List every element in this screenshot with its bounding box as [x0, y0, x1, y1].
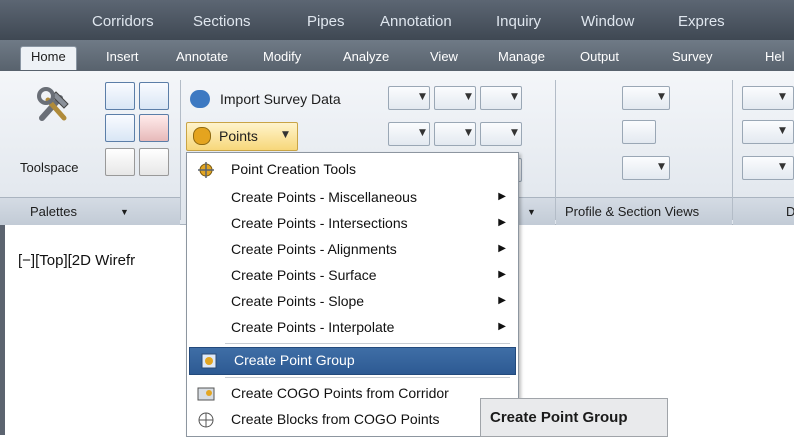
- menu-corridors[interactable]: Corridors: [92, 13, 154, 30]
- menu-item-create-cogo-from-corridor[interactable]: Create COGO Points from Corridor: [187, 381, 518, 407]
- menu-item-create-points-interpolate[interactable]: Create Points - Interpolate ▶: [187, 315, 518, 341]
- line-tools-button[interactable]: ▼: [742, 86, 794, 110]
- menu-item-create-point-group[interactable]: Create Point Group: [189, 347, 516, 375]
- chevron-down-icon: ▼: [120, 207, 129, 217]
- points-button[interactable]: Points ▼: [186, 122, 298, 151]
- settings-palette-icon[interactable]: [139, 82, 169, 110]
- menu-item-label: Create COGO Points from Corridor: [231, 385, 449, 401]
- sample-lines-button[interactable]: ▼: [622, 156, 670, 180]
- tab-view[interactable]: View: [430, 49, 458, 64]
- submenu-arrow-icon: ▶: [498, 191, 506, 202]
- section-view-button[interactable]: [622, 120, 656, 144]
- polyline-tools-button[interactable]: ▼: [742, 156, 794, 180]
- tab-modify[interactable]: Modify: [263, 49, 301, 64]
- submenu-arrow-icon: ▶: [498, 295, 506, 306]
- menu-item-label: Create Points - Miscellaneous: [231, 189, 417, 205]
- points-dropdown-menu: Point Creation Tools Create Points - Mis…: [186, 152, 519, 437]
- tab-analyze[interactable]: Analyze: [343, 49, 389, 64]
- chevron-down-icon: ▼: [527, 207, 536, 217]
- menu-window[interactable]: Window: [581, 13, 634, 30]
- panel-profile-section-views[interactable]: Profile & Section Views: [556, 197, 732, 225]
- menu-item-create-points-slope[interactable]: Create Points - Slope ▶: [187, 289, 518, 315]
- chevron-down-icon: ▼: [282, 130, 289, 140]
- menu-item-label: Create Points - Surface: [231, 267, 377, 283]
- create-intersection-button[interactable]: ▼: [480, 86, 522, 110]
- tooltip-text: Create Point Group: [490, 409, 628, 426]
- panel-palettes[interactable]: Palettes ▼: [0, 197, 180, 225]
- menu-item-label: Point Creation Tools: [231, 161, 357, 177]
- tab-survey[interactable]: Survey: [672, 49, 712, 64]
- menu-inquiry[interactable]: Inquiry: [496, 13, 541, 30]
- import-survey-button[interactable]: Import Survey Data: [220, 91, 341, 107]
- curve-tools-button[interactable]: ▼: [742, 120, 794, 144]
- menu-separator: [225, 377, 510, 378]
- create-assembly-button[interactable]: ▼: [480, 122, 522, 146]
- tab-annotate[interactable]: Annotate: [176, 49, 228, 64]
- point-tools-icon: [197, 161, 215, 179]
- submenu-arrow-icon: ▶: [498, 243, 506, 254]
- create-profile-button[interactable]: ▼: [434, 122, 476, 146]
- submenu-arrow-icon: ▶: [498, 217, 506, 228]
- corridor-points-icon: [197, 385, 215, 403]
- menu-annotation[interactable]: Annotation: [380, 13, 452, 30]
- tab-home[interactable]: Home: [20, 46, 77, 70]
- menu-pipes[interactable]: Pipes: [307, 13, 345, 30]
- tooltip-create-point-group: Create Point Group: [480, 398, 668, 437]
- create-ground-data-button[interactable]: ▼: [388, 86, 430, 110]
- menu-item-label: Create Points - Alignments: [231, 241, 397, 257]
- menu-express[interactable]: Expres: [678, 13, 725, 30]
- points-label: Points: [219, 128, 258, 144]
- panel-create-design-footer[interactable]: ▼: [517, 197, 555, 225]
- menu-item-create-points-surface[interactable]: Create Points - Surface ▶: [187, 263, 518, 289]
- application-menubar: Corridors Sections Pipes Annotation Inqu…: [0, 0, 794, 40]
- properties-icon[interactable]: [105, 148, 135, 176]
- create-feature-line-button[interactable]: ▼: [388, 122, 430, 146]
- ribbon-tab-bar: Home Insert Annotate Modify Analyze View…: [0, 40, 794, 71]
- menu-item-create-points-misc[interactable]: Create Points - Miscellaneous ▶: [187, 185, 518, 211]
- design-center-icon[interactable]: [139, 148, 169, 176]
- prospector-icon[interactable]: [105, 82, 135, 110]
- menu-item-label: Create Points - Intersections: [231, 215, 408, 231]
- panel-draw-label: D: [786, 204, 794, 219]
- profile-view-button[interactable]: ▼: [622, 86, 670, 110]
- menu-separator: [225, 343, 510, 344]
- toolspace-icon[interactable]: [34, 84, 78, 126]
- survey-palette-icon[interactable]: [105, 114, 135, 142]
- menu-item-label: Create Blocks from COGO Points: [231, 411, 440, 427]
- tab-help[interactable]: Hel: [765, 49, 785, 64]
- submenu-arrow-icon: ▶: [498, 269, 506, 280]
- toolspace-label[interactable]: Toolspace: [20, 160, 79, 175]
- menu-sections[interactable]: Sections: [193, 13, 251, 30]
- tab-manage[interactable]: Manage: [498, 49, 545, 64]
- menu-item-point-creation-tools[interactable]: Point Creation Tools: [187, 157, 518, 183]
- toolbox-icon[interactable]: [139, 114, 169, 142]
- tab-output[interactable]: Output: [580, 49, 619, 64]
- menu-item-create-blocks-from-cogo[interactable]: Create Blocks from COGO Points: [187, 407, 518, 433]
- menu-item-label: Create Points - Interpolate: [231, 319, 395, 335]
- points-icon: [193, 127, 211, 145]
- tab-insert[interactable]: Insert: [106, 49, 139, 64]
- point-group-icon: [200, 352, 218, 370]
- viewport-controls-label[interactable]: [−][Top][2D Wirefr: [18, 252, 135, 269]
- panel-divider: [180, 80, 181, 220]
- create-alignment-button[interactable]: ▼: [434, 86, 476, 110]
- panel-profile-section-label: Profile & Section Views: [565, 204, 700, 219]
- submenu-arrow-icon: ▶: [498, 321, 506, 332]
- panel-palettes-label: Palettes: [30, 204, 77, 219]
- menu-item-create-points-intersections[interactable]: Create Points - Intersections ▶: [187, 211, 518, 237]
- menu-item-label: Create Point Group: [234, 352, 355, 368]
- panel-draw[interactable]: D: [733, 197, 794, 225]
- menu-item-label: Create Points - Slope: [231, 293, 365, 309]
- menu-item-create-points-alignments[interactable]: Create Points - Alignments ▶: [187, 237, 518, 263]
- import-survey-icon[interactable]: [190, 90, 210, 108]
- blocks-icon: [197, 411, 215, 429]
